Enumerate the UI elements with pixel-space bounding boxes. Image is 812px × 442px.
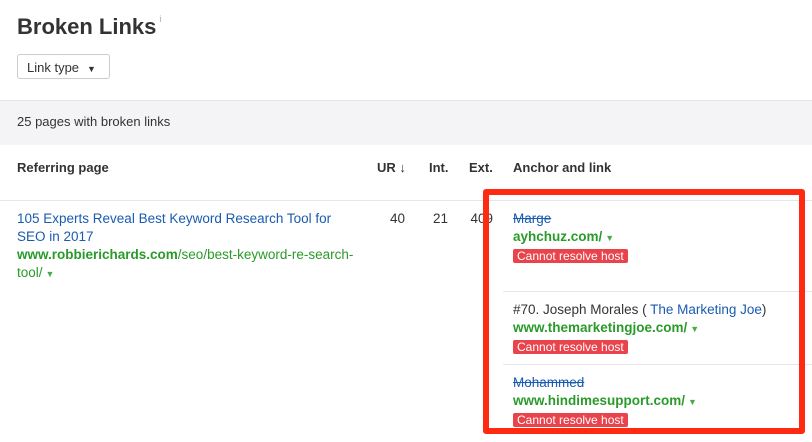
col-referring-page[interactable]: Referring page: [17, 160, 109, 175]
summary-bar: 25 pages with broken links: [0, 100, 812, 145]
col-int[interactable]: Int.: [429, 160, 449, 175]
info-icon[interactable]: i: [159, 14, 161, 24]
col-ext[interactable]: Ext.: [469, 160, 493, 175]
referring-page-cell: 105 Experts Reveal Best Keyword Research…: [17, 210, 357, 283]
col-ur[interactable]: UR ↓: [377, 160, 406, 175]
col-anchor: Anchor and link: [513, 160, 612, 175]
int-value: 21: [432, 211, 448, 226]
url-domain: www.robbierichards.com: [17, 247, 178, 262]
sort-down-icon: ↓: [399, 160, 406, 175]
referring-page-url[interactable]: www.robbierichards.com/seo/best-keyword-…: [17, 246, 357, 283]
referring-page-title[interactable]: 105 Experts Reveal Best Keyword Research…: [17, 210, 357, 246]
ur-value: 40: [389, 211, 405, 226]
col-ur-label: UR: [377, 160, 396, 175]
link-type-dropdown[interactable]: Link type ▼: [17, 54, 110, 79]
page-title: Broken Links i: [17, 14, 161, 40]
title-text: Broken Links: [17, 14, 157, 39]
dropdown-label: Link type: [27, 60, 80, 75]
caret-down-icon: ▼: [87, 64, 96, 74]
highlight-box: [483, 189, 805, 434]
summary-text: 25 pages with broken links: [17, 114, 171, 129]
caret-down-icon[interactable]: ▼: [46, 269, 55, 279]
